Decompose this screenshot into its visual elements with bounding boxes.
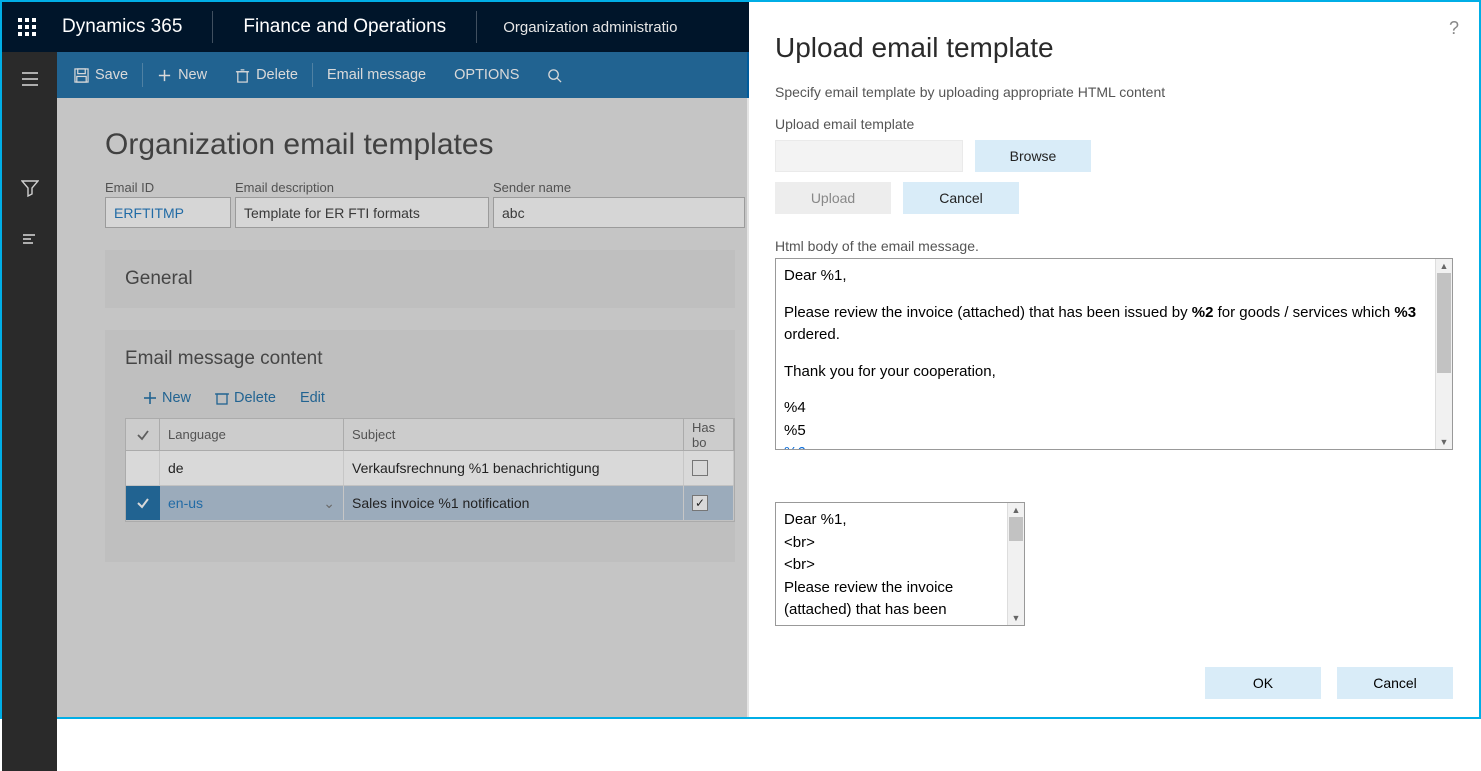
preview-line: %5 bbox=[784, 420, 1427, 443]
breadcrumb[interactable]: Organization administratio bbox=[477, 19, 703, 36]
sender-name-input[interactable]: abc bbox=[493, 197, 745, 228]
html-source-box[interactable]: Dear %1, <br> <br> Please review the inv… bbox=[775, 502, 1025, 626]
scroll-thumb[interactable] bbox=[1437, 273, 1451, 373]
grid-edit-button[interactable]: Edit bbox=[300, 390, 325, 406]
preview-line: %6 bbox=[784, 442, 1427, 449]
row-selected-indicator[interactable] bbox=[126, 486, 160, 520]
delete-button[interactable]: Delete bbox=[221, 52, 312, 98]
col-hasbody-header[interactable]: Has bo bbox=[684, 419, 734, 450]
cell-language[interactable]: de bbox=[160, 451, 344, 485]
cell-hasbody[interactable] bbox=[684, 451, 734, 485]
source-line: Dear %1, bbox=[784, 509, 999, 532]
nav-rail bbox=[2, 52, 57, 771]
cell-subject[interactable]: Verkaufsrechnung %1 benachrichtigung bbox=[344, 451, 684, 485]
language-link[interactable]: en-us bbox=[168, 495, 203, 511]
cell-hasbody[interactable] bbox=[684, 486, 734, 520]
table-row[interactable]: en-us ⌄ Sales invoice %1 notification bbox=[126, 486, 734, 521]
source-line: <br> bbox=[784, 554, 999, 577]
filter-icon[interactable] bbox=[21, 179, 39, 202]
cancel-button[interactable]: Cancel bbox=[1337, 667, 1453, 699]
email-id-label: Email ID bbox=[105, 180, 231, 195]
grid-edit-label: Edit bbox=[300, 390, 325, 406]
preview-line: Dear %1, bbox=[784, 265, 1427, 288]
source-scrollbar[interactable]: ▲ ▼ bbox=[1007, 503, 1024, 625]
preview-scrollbar[interactable]: ▲ ▼ bbox=[1435, 259, 1452, 449]
content-grid: Language Subject Has bo de Verkaufsrechn… bbox=[125, 418, 735, 522]
chevron-down-icon[interactable]: ⌄ bbox=[323, 495, 335, 512]
col-language-header[interactable]: Language bbox=[160, 419, 344, 450]
flyout-title: Upload email template bbox=[775, 32, 1453, 64]
source-line: Please review the invoice (attached) tha… bbox=[784, 577, 999, 622]
options-button[interactable]: OPTIONS bbox=[440, 52, 533, 98]
waffle-button[interactable] bbox=[2, 2, 52, 52]
flyout-subtitle: Specify email template by uploading appr… bbox=[775, 84, 1453, 100]
sender-name-label: Sender name bbox=[493, 180, 745, 195]
content-panel-title: Email message content bbox=[125, 348, 715, 370]
col-subject-header[interactable]: Subject bbox=[344, 419, 684, 450]
preview-line: Please review the invoice (attached) tha… bbox=[784, 302, 1427, 347]
general-panel-title: General bbox=[125, 268, 715, 290]
grid-delete-label: Delete bbox=[234, 390, 276, 406]
cell-subject[interactable]: Sales invoice %1 notification bbox=[344, 486, 684, 520]
scroll-down-icon[interactable]: ▼ bbox=[1008, 611, 1024, 625]
new-label: New bbox=[178, 67, 207, 83]
email-message-label: Email message bbox=[327, 67, 426, 83]
upload-button[interactable]: Upload bbox=[775, 182, 891, 214]
browse-button[interactable]: Browse bbox=[975, 140, 1091, 172]
scroll-up-icon[interactable]: ▲ bbox=[1008, 503, 1024, 517]
general-panel[interactable]: General bbox=[105, 250, 735, 308]
upload-flyout: ? Upload email template Specify email te… bbox=[749, 2, 1479, 717]
file-path-input[interactable] bbox=[775, 140, 963, 172]
grid-new-button[interactable]: New bbox=[143, 390, 191, 406]
grid-delete-button[interactable]: Delete bbox=[215, 390, 276, 406]
preview-line: Thank you for your cooperation, bbox=[784, 361, 1427, 384]
email-id-input[interactable]: ERFTITMP bbox=[105, 197, 231, 228]
save-button[interactable]: Save bbox=[60, 52, 142, 98]
preview-line: %4 bbox=[784, 397, 1427, 420]
select-all-checkbox[interactable] bbox=[126, 419, 160, 450]
scroll-down-icon[interactable]: ▼ bbox=[1436, 435, 1452, 449]
cancel-upload-button[interactable]: Cancel bbox=[903, 182, 1019, 214]
scroll-up-icon[interactable]: ▲ bbox=[1436, 259, 1452, 273]
grid-new-label: New bbox=[162, 390, 191, 406]
cell-language[interactable]: en-us ⌄ bbox=[160, 486, 344, 520]
table-row[interactable]: de Verkaufsrechnung %1 benachrichtigung bbox=[126, 451, 734, 486]
ok-button[interactable]: OK bbox=[1205, 667, 1321, 699]
lines-icon[interactable] bbox=[21, 230, 39, 253]
email-desc-label: Email description bbox=[235, 180, 489, 195]
module-label[interactable]: Finance and Operations bbox=[213, 16, 476, 38]
delete-label: Delete bbox=[256, 67, 298, 83]
new-button[interactable]: New bbox=[143, 52, 221, 98]
html-preview[interactable]: Dear %1, Please review the invoice (atta… bbox=[775, 258, 1453, 450]
help-icon[interactable]: ? bbox=[1449, 18, 1459, 39]
email-message-button[interactable]: Email message bbox=[313, 52, 440, 98]
options-label: OPTIONS bbox=[454, 67, 519, 83]
upload-label: Upload email template bbox=[775, 116, 1453, 132]
email-desc-input[interactable]: Template for ER FTI formats bbox=[235, 197, 489, 228]
scroll-thumb[interactable] bbox=[1009, 517, 1023, 541]
content-panel: Email message content New Delete Edit bbox=[105, 330, 735, 562]
source-line: <br> bbox=[784, 532, 999, 555]
search-button[interactable] bbox=[533, 52, 576, 98]
save-label: Save bbox=[95, 67, 128, 83]
brand-label[interactable]: Dynamics 365 bbox=[52, 16, 212, 38]
hamburger-icon[interactable] bbox=[21, 70, 39, 93]
html-body-label: Html body of the email message. bbox=[775, 238, 1453, 254]
